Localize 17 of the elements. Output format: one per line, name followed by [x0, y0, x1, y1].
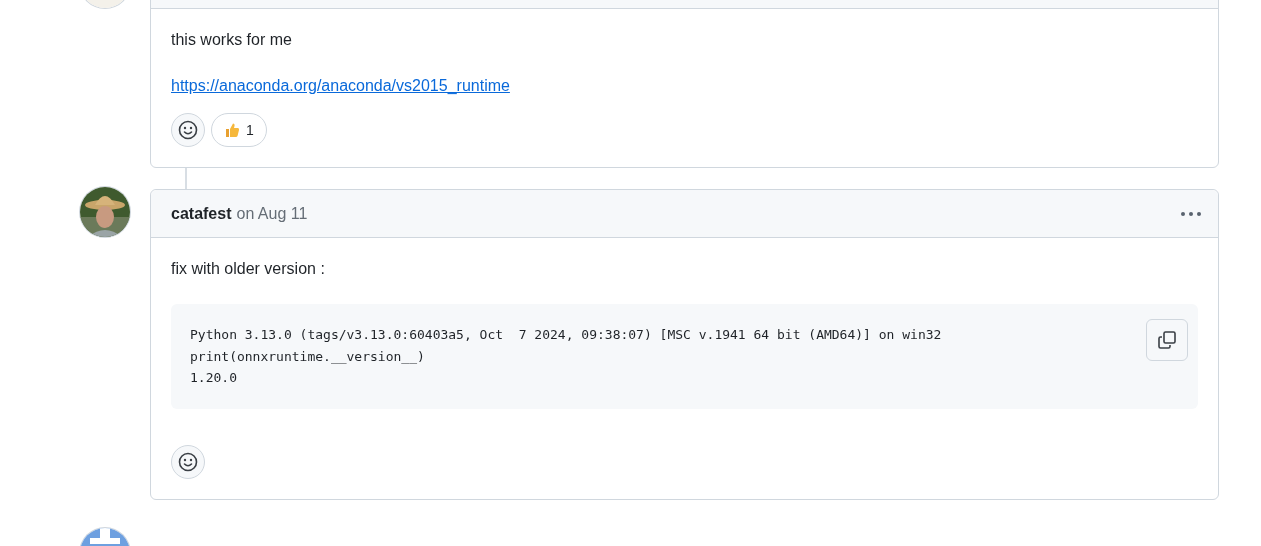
code-line: print(onnxruntime.__version__)	[190, 347, 425, 366]
comment-text: fix with older version :	[171, 259, 326, 279]
copy-button[interactable]	[1146, 319, 1188, 361]
copy-icon	[1157, 330, 1177, 350]
smiley-icon	[178, 451, 198, 472]
author-name[interactable]: catafest	[171, 204, 232, 223]
code-line: Python 3.13.0 (tags/v3.13.0:60403a5, Oct 7 2024, 09:38:07) [MSC v.1941 64 bit (AMD64)] on win32	[190, 326, 942, 344]
more-options-icon[interactable]	[1180, 210, 1202, 217]
link[interactable]: https://anaconda.org/anaconda/vs2015_runtime	[171, 75, 510, 97]
code-line: 1.20.0	[190, 369, 237, 387]
comment-text: this works for me	[171, 30, 293, 50]
reaction-button[interactable]: 1	[211, 113, 267, 147]
thumbs-up-icon	[224, 122, 240, 138]
comment-date: on Aug 11	[236, 204, 308, 223]
smiley-icon	[178, 120, 198, 140]
add-reaction-button[interactable]	[171, 444, 205, 479]
add-reaction-button[interactable]	[171, 113, 205, 147]
